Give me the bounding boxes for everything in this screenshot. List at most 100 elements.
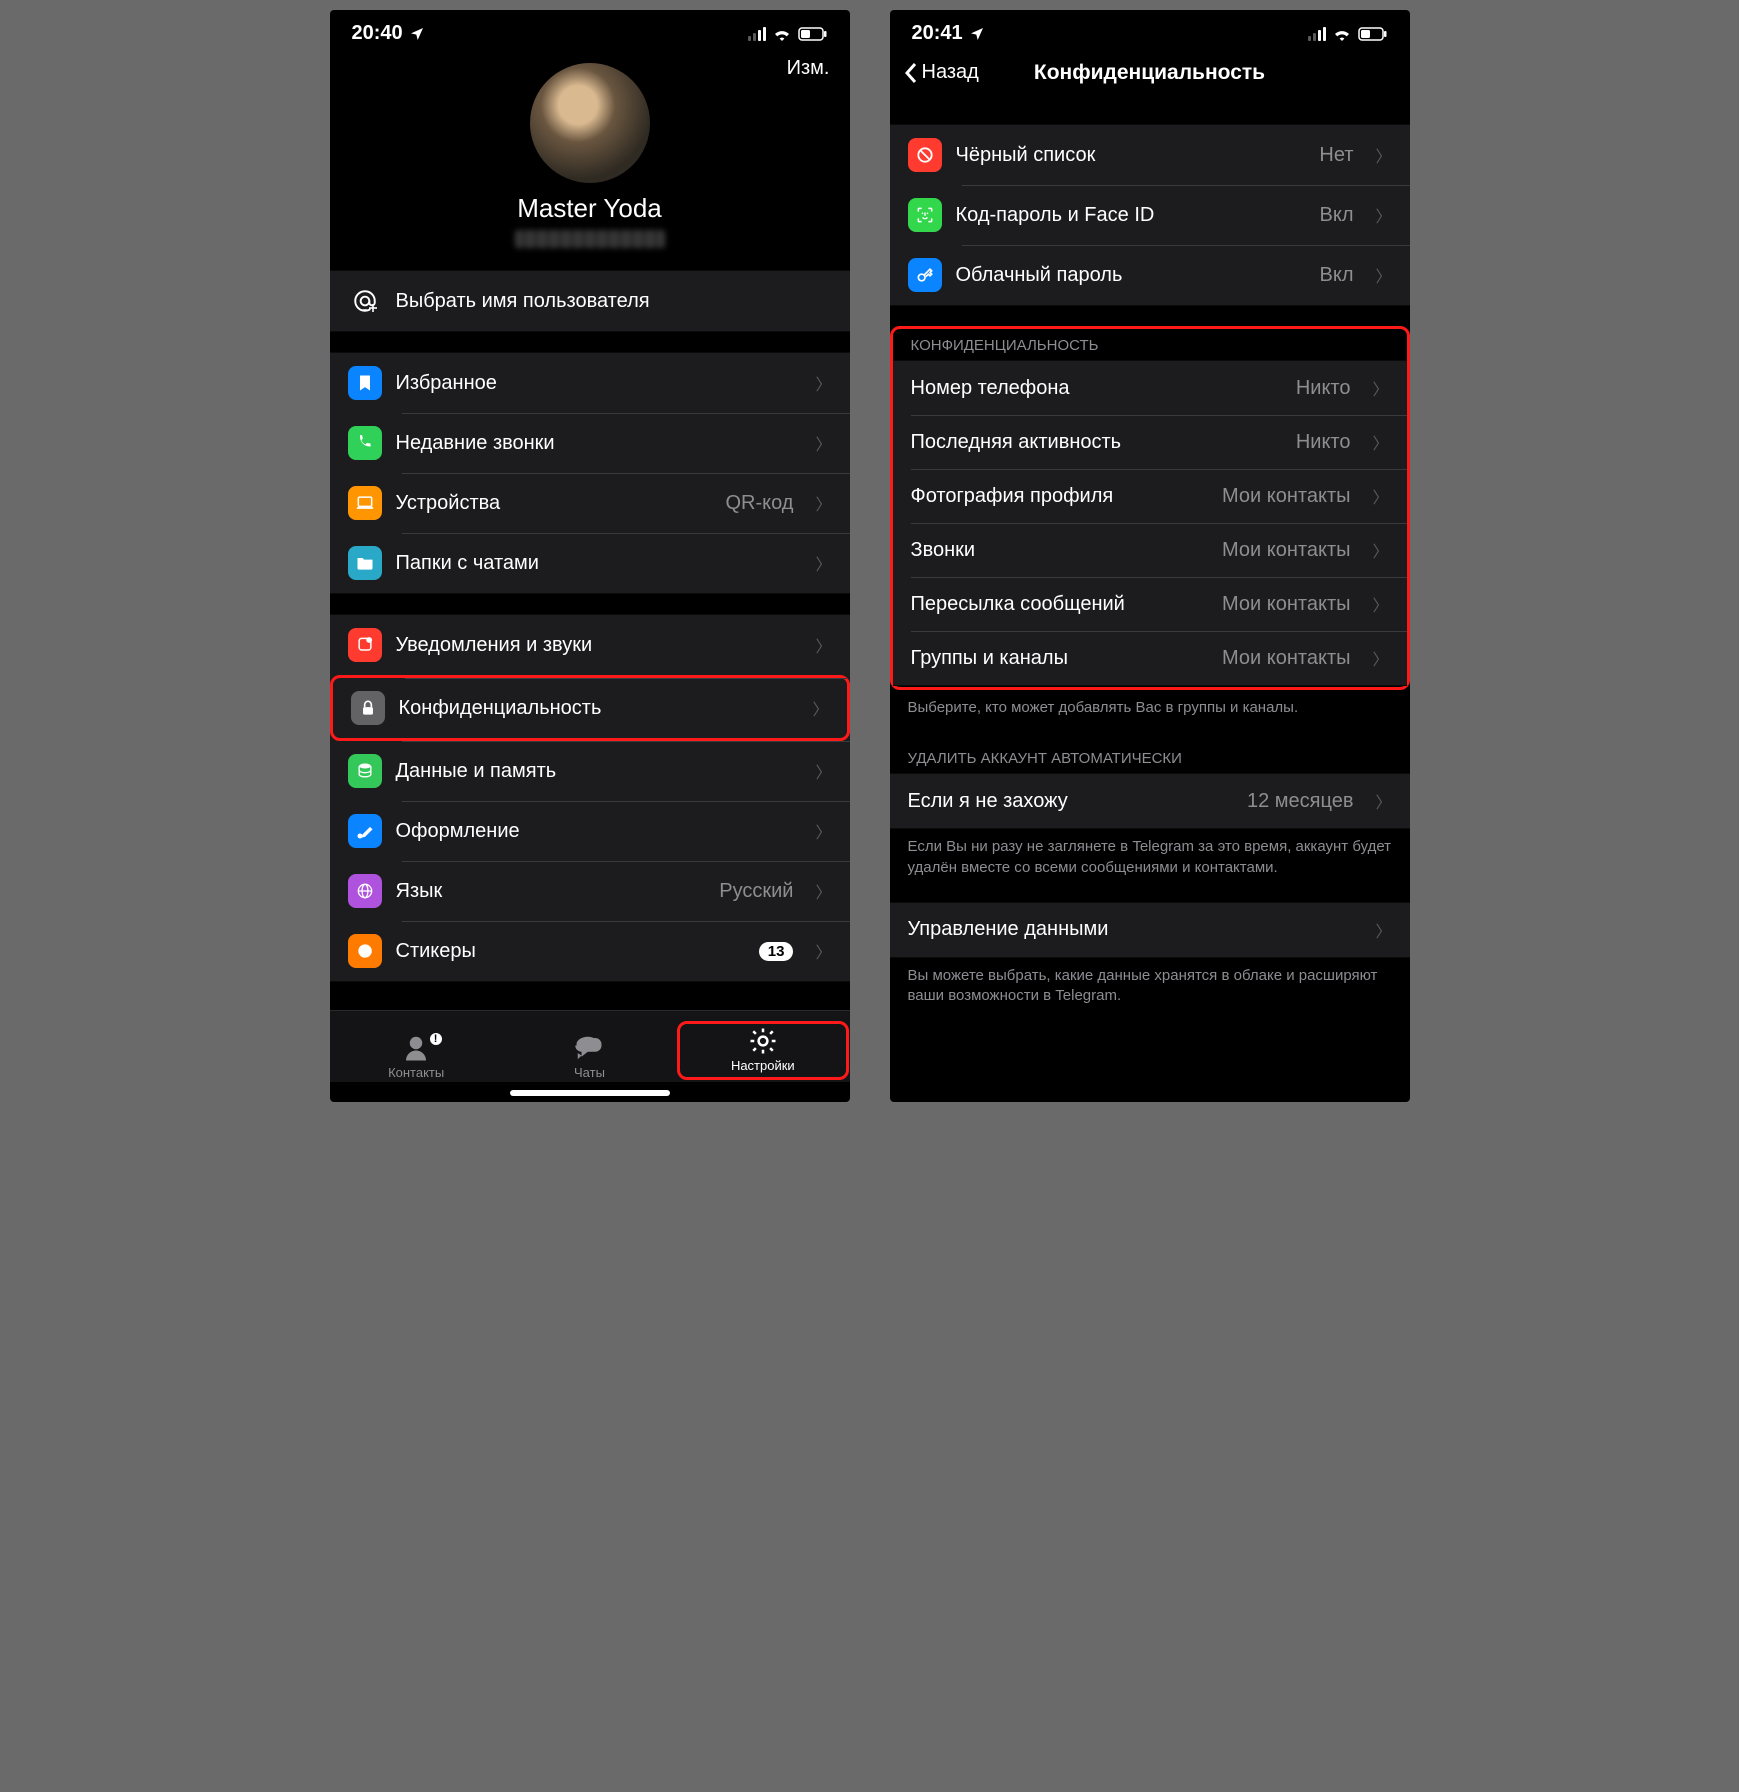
row-blacklist[interactable]: Чёрный список Нет〉	[890, 125, 1410, 185]
row-label: Данные и память	[396, 760, 794, 783]
row-favorites[interactable]: Избранное 〉	[330, 353, 850, 413]
section-footer: Если Вы ни разу не заглянете в Telegram …	[890, 829, 1410, 892]
row-label: Уведомления и звуки	[396, 634, 794, 657]
battery-icon	[1358, 27, 1388, 41]
location-icon	[969, 26, 985, 42]
section-autodelete: Если я не захожу 12 месяцев 〉	[890, 773, 1410, 829]
row-folders[interactable]: Папки с чатами 〉	[330, 533, 850, 593]
section-data-management: Управление данными 〉	[890, 902, 1410, 958]
chevron-right-icon: 〉	[1372, 592, 1388, 616]
row-stickers[interactable]: Стикеры 13〉	[330, 921, 850, 981]
battery-icon	[798, 27, 828, 41]
slash-icon	[908, 138, 942, 172]
chevron-right-icon: 〉	[1375, 263, 1391, 287]
row-label: Облачный пароль	[956, 264, 1306, 287]
row-label: Избранное	[396, 372, 794, 395]
row-value: Мои контакты	[1222, 647, 1350, 670]
row-label: Язык	[396, 880, 706, 903]
row-label: Пересылка сообщений	[911, 593, 1209, 616]
row-value: Никто	[1296, 377, 1351, 400]
row-label: Конфиденциальность	[399, 697, 791, 720]
row-notifications[interactable]: Уведомления и звуки 〉	[330, 615, 850, 675]
row-groups[interactable]: Группы и каналы Мои контакты〉	[893, 631, 1407, 685]
row-forwarding[interactable]: Пересылка сообщений Мои контакты 〉	[893, 577, 1407, 631]
row-devices[interactable]: Устройства QR-код〉	[330, 473, 850, 533]
row-passcode[interactable]: Код-пароль и Face ID Вкл〉	[890, 185, 1410, 245]
tab-chats[interactable]: Чаты	[504, 1033, 676, 1080]
row-privacy[interactable]: Конфиденциальность 〉	[330, 675, 850, 741]
section-footer: Выберите, кто может добавлять Вас в груп…	[890, 690, 1410, 732]
row-data[interactable]: Данные и память 〉	[330, 741, 850, 801]
section-header: Удалить аккаунт автоматически	[890, 742, 1410, 773]
profile-name: Master Yoda	[330, 193, 850, 224]
row-label: Код-пароль и Face ID	[956, 204, 1306, 227]
wifi-icon	[772, 27, 792, 41]
row-photo[interactable]: Фотография профиля Мои контакты〉	[893, 469, 1407, 523]
row-label: Недавние звонки	[396, 432, 794, 455]
bell-icon	[348, 628, 382, 662]
row-value: Русский	[719, 880, 793, 903]
globe-icon	[348, 874, 382, 908]
row-label: Устройства	[396, 492, 712, 515]
status-time: 20:41	[912, 22, 963, 45]
avatar[interactable]	[530, 63, 650, 183]
row-lastseen[interactable]: Последняя активность Никто〉	[893, 415, 1407, 469]
row-data-management[interactable]: Управление данными 〉	[890, 903, 1410, 957]
section-security: Чёрный список Нет〉 Код-пароль и Face ID …	[890, 124, 1410, 306]
row-label: Оформление	[396, 820, 794, 843]
row-phone[interactable]: Номер телефона Никто〉	[893, 361, 1407, 415]
row-cloudpw[interactable]: Облачный пароль Вкл 〉	[890, 245, 1410, 305]
section-footer: Вы можете выбрать, какие данные хранятся…	[890, 958, 1410, 1021]
chevron-right-icon: 〉	[1375, 203, 1391, 227]
location-icon	[409, 26, 425, 42]
chevron-right-icon: 〉	[815, 879, 831, 903]
row-value: Мои контакты	[1222, 485, 1350, 508]
chevron-right-icon: 〉	[812, 696, 828, 720]
row-appearance[interactable]: Оформление 〉	[330, 801, 850, 861]
row-value: 12 месяцев	[1247, 790, 1353, 813]
key-icon	[908, 258, 942, 292]
status-bar: 20:41	[890, 10, 1410, 51]
section-header: Конфиденциальность	[893, 329, 1407, 360]
row-label: Если я не захожу	[908, 790, 1234, 813]
stack-icon	[348, 754, 382, 788]
row-language[interactable]: Язык Русский 〉	[330, 861, 850, 921]
tab-label: Контакты	[388, 1065, 444, 1080]
bookmark-icon	[348, 366, 382, 400]
chevron-right-icon: 〉	[1372, 538, 1388, 562]
folder-icon	[348, 546, 382, 580]
row-value: Мои контакты	[1222, 539, 1350, 562]
username-section: Выбрать имя пользователя	[330, 270, 850, 332]
row-set-username[interactable]: Выбрать имя пользователя	[330, 271, 850, 331]
chevron-right-icon: 〉	[1372, 430, 1388, 454]
chevron-left-icon	[904, 62, 918, 84]
back-button[interactable]: Назад	[904, 61, 979, 84]
row-label: Управление данными	[908, 918, 1354, 941]
wifi-icon	[1332, 27, 1352, 41]
row-value: Мои контакты	[1222, 593, 1350, 616]
badge-icon	[428, 1031, 444, 1047]
chevron-right-icon: 〉	[1375, 789, 1391, 813]
status-bar: 20:40	[330, 10, 850, 51]
row-recent-calls[interactable]: Недавние звонки 〉	[330, 413, 850, 473]
row-autodelete[interactable]: Если я не захожу 12 месяцев 〉	[890, 774, 1410, 828]
chevron-right-icon: 〉	[815, 431, 831, 455]
signal-icon	[748, 27, 766, 41]
edit-button[interactable]: Изм.	[787, 57, 830, 80]
row-value: Вкл	[1320, 264, 1354, 287]
row-label: Папки с чатами	[396, 552, 794, 575]
badge: 13	[759, 942, 794, 961]
chevron-right-icon: 〉	[815, 939, 831, 963]
section-settings: Уведомления и звуки 〉 Конфиденциальность…	[330, 614, 850, 982]
row-value: Нет	[1319, 144, 1353, 167]
chevron-right-icon: 〉	[1372, 646, 1388, 670]
back-label: Назад	[922, 61, 979, 84]
tab-settings[interactable]: Настройки	[677, 1021, 849, 1080]
tab-contacts[interactable]: Контакты	[330, 1033, 502, 1080]
section-general: Избранное 〉 Недавние звонки 〉 Устройства…	[330, 352, 850, 594]
profile-phone-blurred	[515, 230, 665, 248]
home-indicator	[510, 1090, 670, 1096]
section-privacy: Номер телефона Никто〉 Последняя активнос…	[893, 360, 1407, 686]
row-calls[interactable]: Звонки Мои контакты〉	[893, 523, 1407, 577]
chevron-right-icon: 〉	[1375, 918, 1391, 942]
